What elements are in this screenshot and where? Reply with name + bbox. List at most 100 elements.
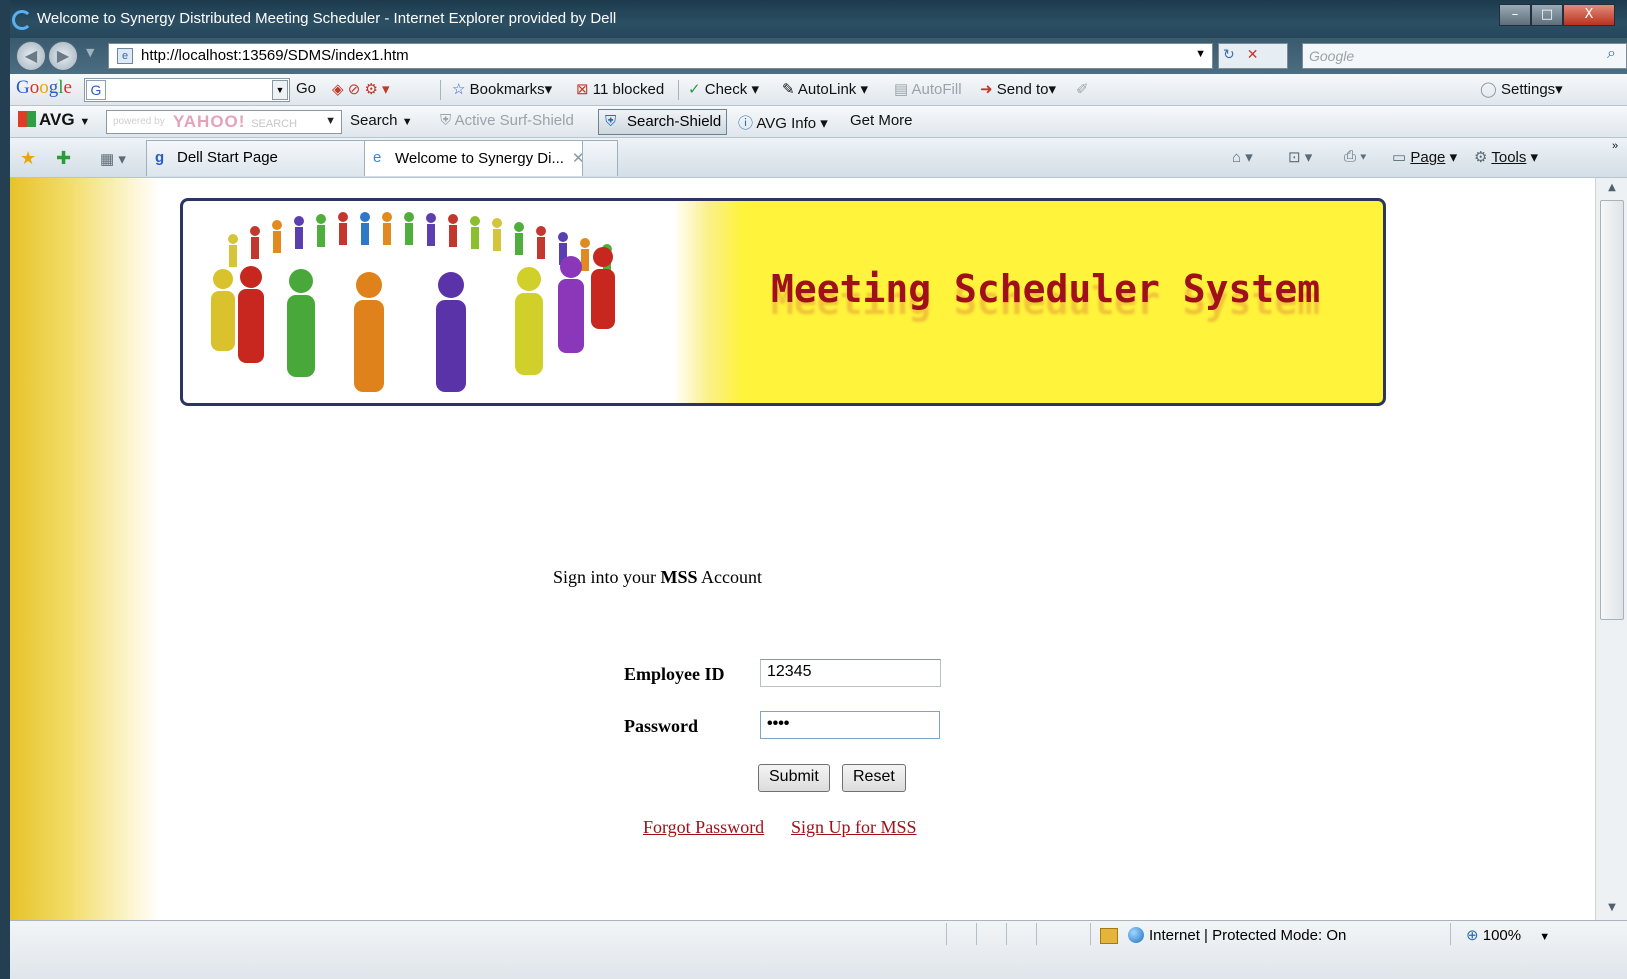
avg-brand: AVG <box>39 110 75 129</box>
dropdown-icon: ▼ <box>401 116 413 128</box>
bookmarks-button[interactable]: ☆ Bookmarks▾ <box>452 80 552 98</box>
search-shield-icon: ⛨ <box>605 113 617 130</box>
scroll-thumb[interactable] <box>1600 200 1624 620</box>
forgot-password-link[interactable]: Forgot Password <box>643 817 764 838</box>
powered-by-label: powered by <box>113 116 165 127</box>
favorites-star-icon[interactable]: ★ <box>20 148 36 169</box>
page-menu[interactable]: ▭ Page ▾ <box>1392 148 1457 166</box>
zoom-control[interactable]: ⊕ 100% ▼ <box>1466 926 1550 944</box>
avg-logo[interactable]: AVG ▼ <box>18 110 90 130</box>
status-divider <box>1036 923 1037 945</box>
zoom-dropdown-icon: ▼ <box>1539 931 1551 943</box>
check-label: Check <box>704 81 748 98</box>
chevron-more-icon[interactable]: » <box>1612 140 1618 152</box>
tab-welcome[interactable]: e Welcome to Synergy Di... ✕ <box>364 140 585 176</box>
ie-logo-icon <box>12 10 32 30</box>
tab-dell-start[interactable]: g Dell Start Page <box>146 140 368 176</box>
employee-id-label: Employee ID <box>624 664 725 684</box>
reset-button[interactable]: Reset <box>842 764 906 792</box>
bookmarks-label: Bookmarks <box>469 81 545 98</box>
refresh-stop-group: ↻ ✕ <box>1218 43 1288 69</box>
settings-icon: ◯ <box>1480 81 1497 98</box>
home-icon[interactable]: ⌂ ▾ <box>1232 148 1253 166</box>
google-g-icon: g <box>155 149 165 166</box>
title-bar: Welcome to Synergy Distributed Meeting S… <box>10 0 1627 38</box>
gear-icon: ⚙ <box>1474 149 1488 166</box>
autofill-button[interactable]: ▤ AutoFill <box>894 80 962 98</box>
autolink-button[interactable]: ✎ AutoLink ▾ <box>782 80 868 98</box>
address-bar: ◀ ▶ ▼ e http://localhost:13569/SDMS/inde… <box>10 38 1627 74</box>
banner-title: Meeting Scheduler System <box>771 267 1321 311</box>
back-icon[interactable]: ◀ <box>16 41 46 71</box>
avg-info-label: AVG Info <box>756 115 817 132</box>
maximize-button[interactable]: □ <box>1531 4 1563 26</box>
autolink-icon: ✎ <box>782 81 795 98</box>
security-shield-icon[interactable] <box>1100 928 1118 944</box>
popup-icons[interactable]: ◈ ⊘ ⚙ ▾ <box>332 80 390 98</box>
settings-label: Settings <box>1500 81 1556 98</box>
scroll-up-icon[interactable]: ▲ <box>1596 182 1627 193</box>
people-circle-illustration <box>211 212 615 392</box>
stop-icon[interactable]: ✕ <box>1247 47 1259 63</box>
search-label: Search <box>350 112 398 129</box>
ie-page-icon: e <box>373 149 382 166</box>
signin-heading: Sign into your MSS Account <box>553 567 762 588</box>
active-surf-shield-label: Active Surf-Shield <box>454 112 574 129</box>
info-icon: ⓘ <box>738 115 754 132</box>
yahoo-search-input[interactable]: powered by YAHOO! SEARCH ▼ <box>106 110 342 134</box>
spellcheck-button[interactable]: ✓ Check ▾ <box>688 80 759 98</box>
google-search-input[interactable]: G ▼ <box>84 78 290 102</box>
employee-id-input[interactable]: 12345 <box>760 659 941 687</box>
search-icon[interactable]: ⌕ <box>1607 45 1616 63</box>
yahoo-search-label: SEARCH <box>251 118 298 130</box>
signup-link[interactable]: Sign Up for MSS <box>791 817 917 838</box>
tab-label: Dell Start Page <box>177 149 278 166</box>
dropdown-icon[interactable]: ▼ <box>325 115 337 127</box>
quick-tabs-icon[interactable]: ▦ ▾ <box>100 150 126 168</box>
url-dropdown-icon[interactable]: ▼ <box>1195 48 1206 60</box>
search-box[interactable]: Google ⌕ <box>1302 43 1627 69</box>
submit-button[interactable]: Submit <box>758 764 830 792</box>
get-more-button[interactable]: Get More <box>850 112 913 129</box>
add-favorite-icon[interactable]: ✚ <box>56 148 71 169</box>
sendto-button[interactable]: ➜ Send to▾ <box>980 80 1056 98</box>
settings-button[interactable]: ◯ Settings▾ <box>1480 80 1563 98</box>
separator <box>678 80 679 100</box>
tools-menu[interactable]: ⚙ Tools ▾ <box>1474 148 1538 166</box>
security-zone[interactable]: Internet | Protected Mode: On <box>1128 927 1346 944</box>
url-input[interactable]: e http://localhost:13569/SDMS/index1.htm… <box>108 43 1213 69</box>
page-label: Page <box>1410 149 1446 166</box>
shield-icon: ⛨ <box>440 112 452 129</box>
new-tab-button[interactable] <box>582 140 618 176</box>
blocked-label: 11 blocked <box>592 81 665 98</box>
back-row-figures <box>228 212 612 277</box>
google-g-icon[interactable]: G <box>86 80 106 100</box>
search-button[interactable]: Search ▼ <box>350 112 413 129</box>
header-banner: Meeting Scheduler System <box>180 198 1386 406</box>
print-icon[interactable]: ⎙ ▾ <box>1344 148 1366 165</box>
active-surf-shield-button[interactable]: ⛨ Active Surf-Shield <box>440 112 574 129</box>
forward-icon[interactable]: ▶ <box>48 41 78 71</box>
avg-info-button[interactable]: ⓘ AVG Info ▾ <box>738 112 828 133</box>
globe-icon <box>1128 927 1144 943</box>
feeds-icon[interactable]: ⊡ ▾ <box>1288 148 1312 166</box>
scroll-down-icon[interactable]: ▼ <box>1596 902 1627 913</box>
zone-label: Internet | Protected Mode: On <box>1149 927 1347 944</box>
page-content: Meeting Scheduler System Sign into your … <box>10 178 1595 920</box>
minimize-button[interactable]: – <box>1499 4 1531 26</box>
search-placeholder: Google <box>1309 48 1355 64</box>
highlighter-icon[interactable]: ✐ <box>1076 80 1089 98</box>
password-label: Password <box>624 716 699 736</box>
yahoo-logo: YAHOO! <box>173 112 246 131</box>
popup-blocker-button[interactable]: ⊠ 11 blocked <box>576 80 664 98</box>
history-dropdown-icon[interactable]: ▼ <box>86 46 94 59</box>
avg-icon <box>18 111 36 127</box>
dropdown-icon[interactable]: ▼ <box>272 80 288 100</box>
refresh-icon[interactable]: ↻ <box>1223 47 1235 63</box>
go-button[interactable]: Go <box>296 80 316 97</box>
tools-label: Tools <box>1491 149 1527 166</box>
search-shield-button[interactable]: ⛨ Search-Shield <box>598 109 728 135</box>
vertical-scrollbar[interactable]: ▲ ▼ <box>1595 178 1627 920</box>
close-button[interactable]: X <box>1563 4 1615 26</box>
password-input[interactable]: •••• <box>760 711 940 739</box>
